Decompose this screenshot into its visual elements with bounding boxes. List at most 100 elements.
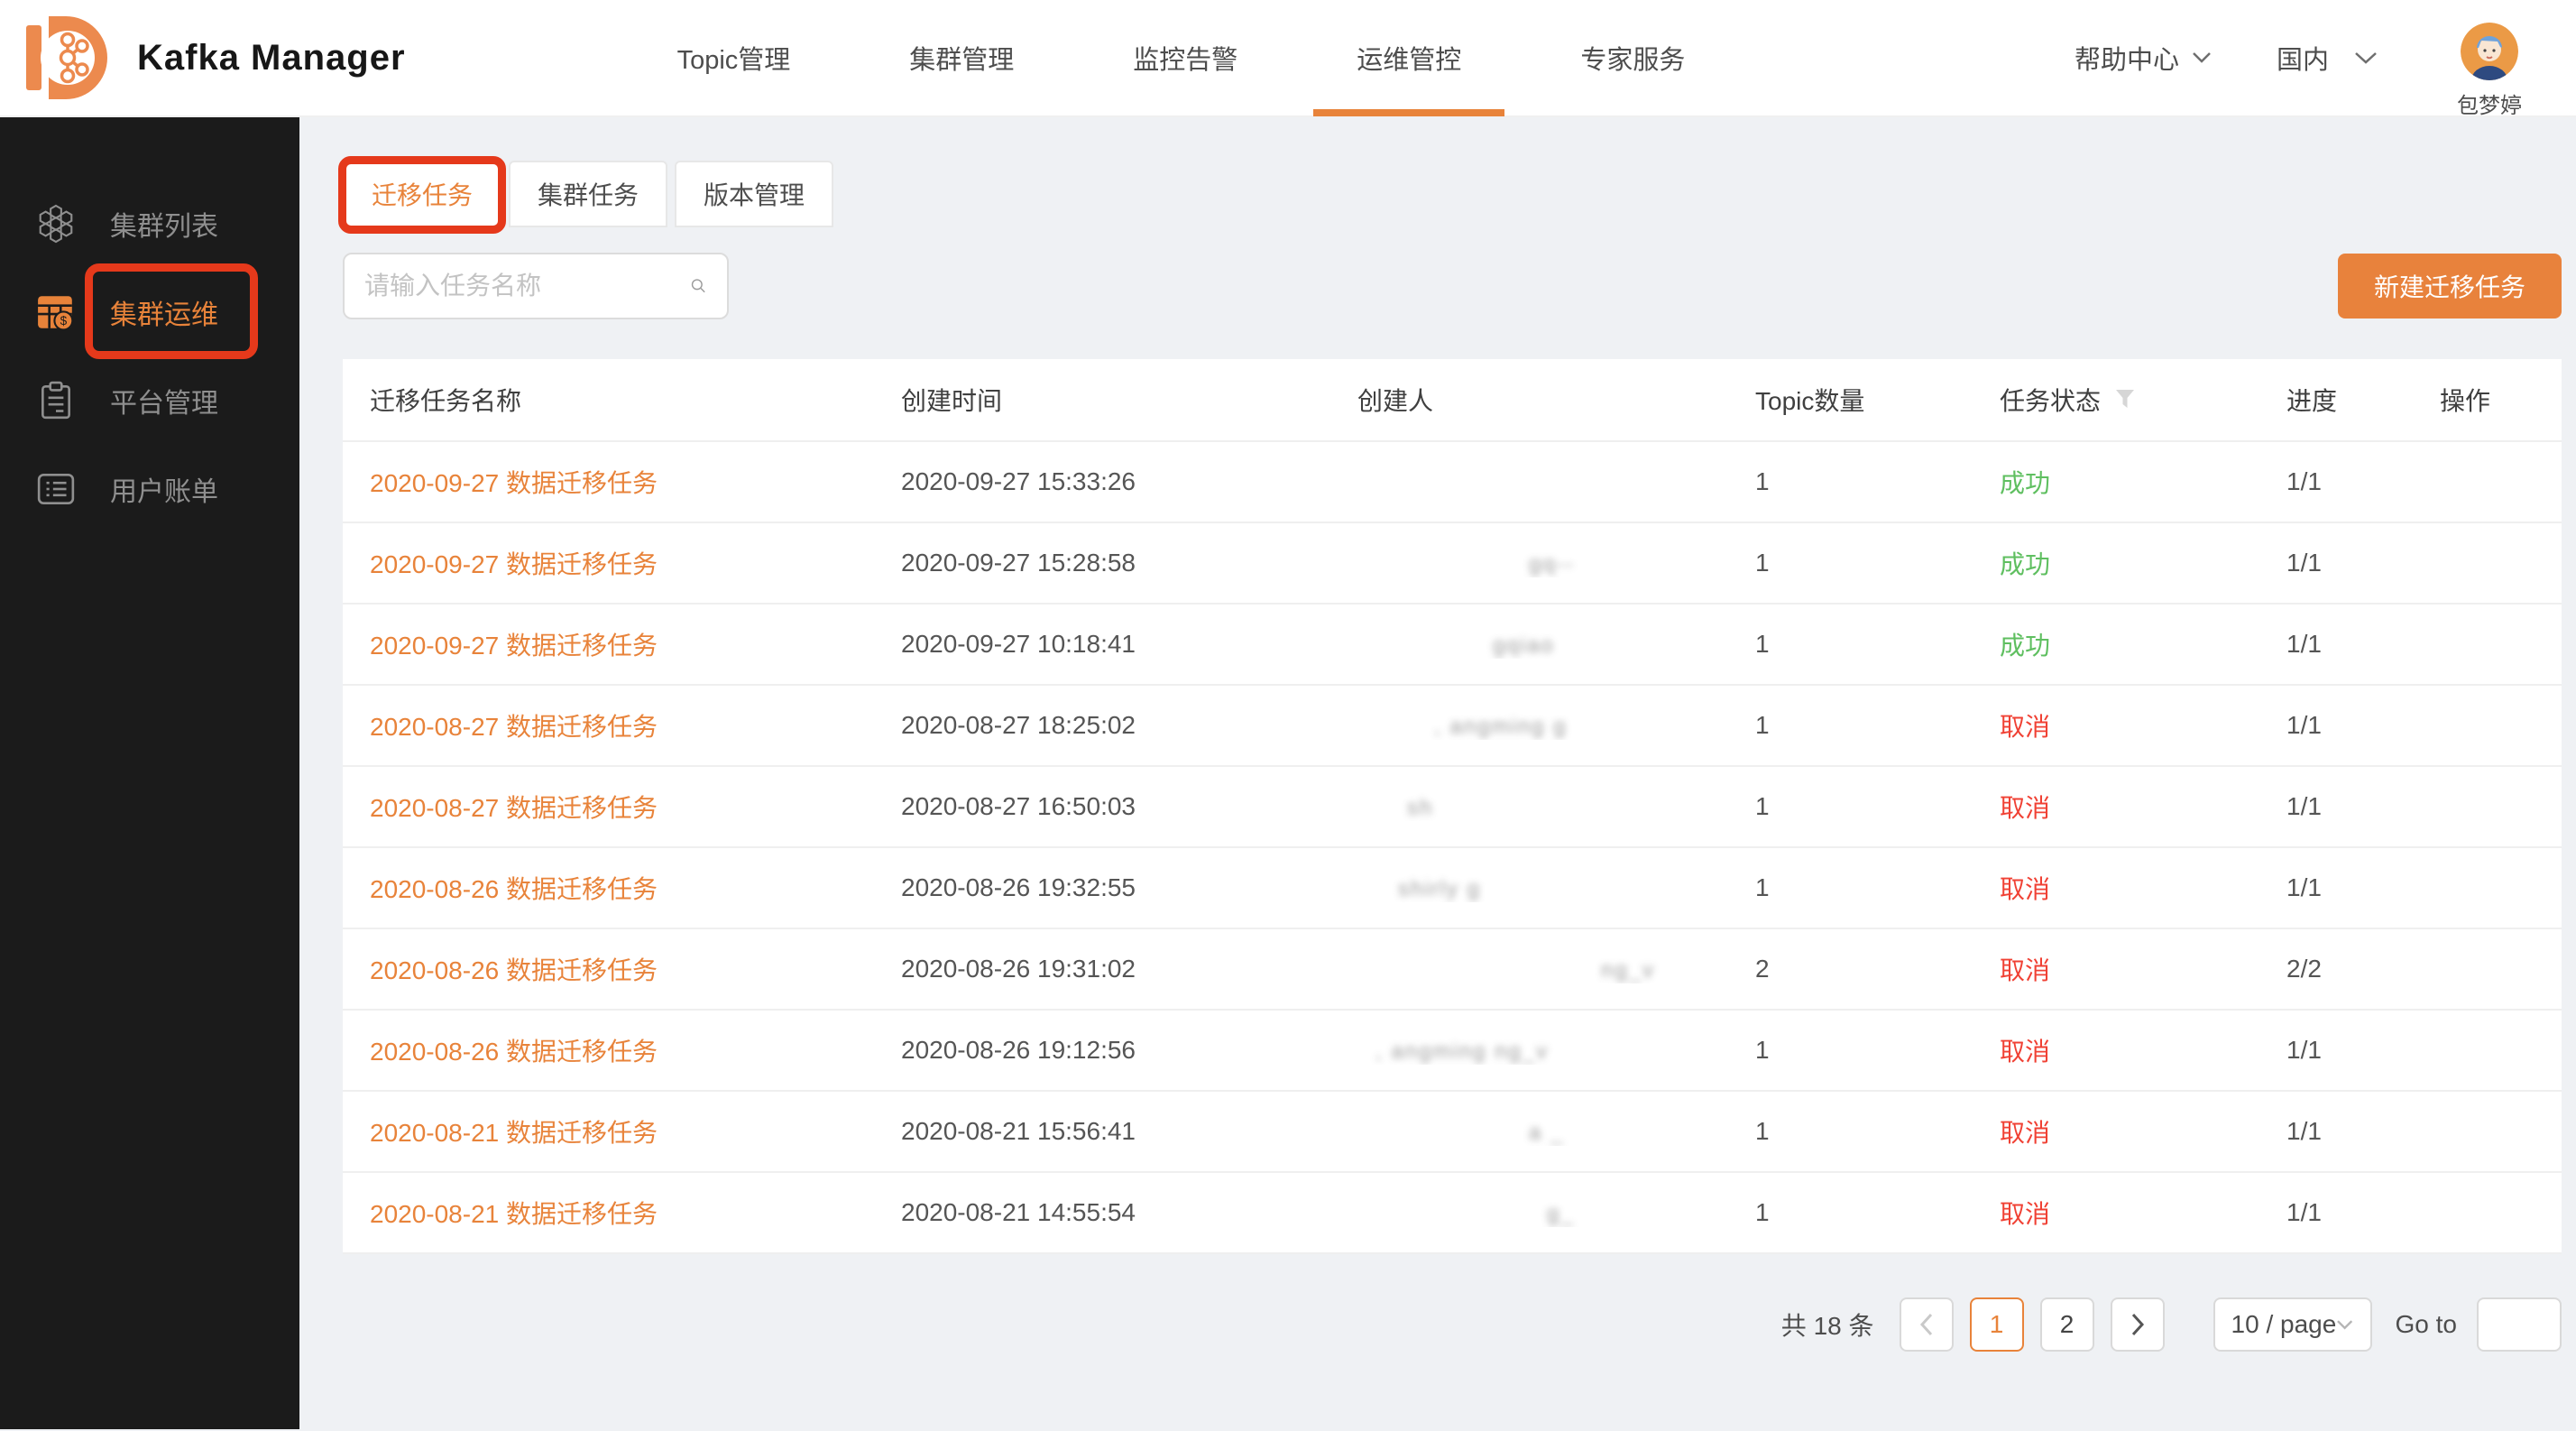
page-button-1[interactable]: 1	[1970, 1297, 2024, 1352]
region-dropdown[interactable]: 国内	[2277, 39, 2378, 77]
topic-count: 1	[1755, 630, 2000, 659]
new-migration-task-button[interactable]: 新建迁移任务	[2338, 254, 2562, 319]
col-header-topic-count: Topic数量	[1755, 382, 2000, 418]
progress-value: 1/1	[2286, 792, 2440, 821]
created-time: 2020-08-26 19:32:55	[901, 873, 1357, 902]
status-badge: 成功	[2000, 550, 2050, 578]
kafka-manager-logo-icon	[23, 12, 110, 104]
tab-cluster-tasks[interactable]: 集群任务	[509, 161, 667, 227]
progress-value: 1/1	[2286, 1036, 2440, 1065]
sidebar-item-cluster-list[interactable]: 集群列表	[0, 182, 299, 265]
status-badge: 取消	[2000, 794, 2050, 822]
chevron-left-icon	[1919, 1313, 1934, 1336]
avatar[interactable]	[2461, 23, 2518, 80]
sidebar-item-label: 集群列表	[110, 204, 218, 244]
chevron-down-icon	[2354, 51, 2378, 65]
table-header-row: 迁移任务名称 创建时间 创建人 Topic数量 任务状态 进度 操作	[343, 359, 2562, 440]
user-name: 包梦婷	[2457, 88, 2522, 119]
filter-icon[interactable]	[2113, 388, 2137, 411]
created-time: 2020-09-27 15:28:58	[901, 549, 1357, 577]
col-header-actions: 操作	[2440, 382, 2562, 418]
top-header: Kafka Manager Topic管理 集群管理 监控告警 运维管控 专家服…	[0, 0, 2576, 117]
tab-version-management[interactable]: 版本管理	[675, 161, 833, 227]
main-content: 迁移任务 集群任务 版本管理 新建迁移任务 迁移任务名称 创建时间 创建人 To…	[299, 117, 2576, 1429]
nav-expert-services[interactable]: 专家服务	[1521, 0, 1744, 116]
topic-count: 1	[1755, 792, 2000, 821]
nav-topic-management[interactable]: Topic管理	[618, 0, 851, 116]
task-name-link[interactable]: 2020-08-21 数据迁移任务	[370, 1119, 658, 1147]
topic-count: 2	[1755, 955, 2000, 983]
task-search-box[interactable]	[343, 253, 729, 319]
billing-table-icon: $	[36, 292, 76, 332]
progress-value: 2/2	[2286, 955, 2440, 983]
table-row: 2020-08-21 数据迁移任务 2020-08-21 14:55:54 g_…	[343, 1171, 2562, 1252]
col-header-task-name: 迁移任务名称	[343, 382, 901, 418]
topic-count: 1	[1755, 467, 2000, 496]
table-row: 2020-08-21 数据迁移任务 2020-08-21 15:56:41 a …	[343, 1090, 2562, 1171]
sidebar-item-user-billing[interactable]: 用户账单	[0, 448, 299, 531]
task-name-link[interactable]: 2020-09-27 数据迁移任务	[370, 632, 658, 660]
progress-value: 1/1	[2286, 549, 2440, 577]
help-center-dropdown[interactable]: 帮助中心	[2075, 39, 2212, 77]
total-count-label: 共 18 条	[1781, 1306, 1874, 1343]
toolbar: 新建迁移任务	[343, 253, 2562, 319]
page-size-value: 10 / page	[2231, 1310, 2337, 1339]
topic-count: 1	[1755, 1117, 2000, 1146]
list-icon	[36, 469, 76, 509]
sidebar-item-platform-management[interactable]: 平台管理	[0, 359, 299, 442]
topic-count: 1	[1755, 711, 2000, 740]
creator-redacted: shirly g	[1398, 877, 1481, 901]
status-badge: 取消	[2000, 956, 2050, 984]
table-row: 2020-09-27 数据迁移任务 2020-09-27 10:18:41 gq…	[343, 603, 2562, 684]
table-row: 2020-08-26 数据迁移任务 2020-08-26 19:31:02 ng…	[343, 928, 2562, 1009]
clipboard-icon	[36, 381, 76, 420]
creator-redacted: sh	[1407, 796, 1433, 820]
main-nav: Topic管理 集群管理 监控告警 运维管控 专家服务	[618, 0, 1745, 116]
task-name-link[interactable]: 2020-08-27 数据迁移任务	[370, 794, 658, 822]
col-header-creator: 创建人	[1357, 382, 1755, 418]
nav-cluster-management[interactable]: 集群管理	[850, 0, 1073, 116]
help-center-label: 帮助中心	[2075, 39, 2179, 77]
task-name-link[interactable]: 2020-09-27 数据迁移任务	[370, 550, 658, 578]
status-badge: 取消	[2000, 1119, 2050, 1147]
progress-value: 1/1	[2286, 711, 2440, 740]
col-header-progress: 进度	[2286, 382, 2440, 418]
chevron-down-icon	[2192, 51, 2212, 64]
topic-count: 1	[1755, 549, 2000, 577]
creator-redacted: , angming ng_v	[1375, 1039, 1549, 1064]
region-label: 国内	[2277, 39, 2329, 77]
tab-migration-tasks[interactable]: 迁移任务	[343, 161, 501, 227]
nav-ops-control[interactable]: 运维管控	[1297, 0, 1521, 116]
table-body: 2020-09-27 数据迁移任务 2020-09-27 15:33:26 1 …	[343, 440, 2562, 1252]
prev-page-button[interactable]	[1900, 1297, 1954, 1352]
next-page-button[interactable]	[2111, 1297, 2165, 1352]
task-name-link[interactable]: 2020-08-26 数据迁移任务	[370, 875, 658, 903]
page-button-2[interactable]: 2	[2040, 1297, 2094, 1352]
creator-redacted: gqiao	[1493, 633, 1555, 658]
migration-task-table: 迁移任务名称 创建时间 创建人 Topic数量 任务状态 进度 操作 2020-…	[343, 359, 2562, 1254]
creator-redacted: ng_v	[1601, 958, 1655, 983]
created-time: 2020-09-27 10:18:41	[901, 630, 1357, 659]
creator-redacted: a _	[1529, 1121, 1564, 1145]
nav-monitoring-alerts[interactable]: 监控告警	[1073, 0, 1297, 116]
task-name-link[interactable]: 2020-09-27 数据迁移任务	[370, 469, 658, 497]
user-block[interactable]: 包梦婷	[2457, 23, 2522, 119]
search-input[interactable]	[364, 272, 690, 300]
status-badge: 取消	[2000, 1038, 2050, 1066]
goto-page-input[interactable]	[2477, 1297, 2562, 1352]
task-name-link[interactable]: 2020-08-26 数据迁移任务	[370, 956, 658, 984]
task-name-link[interactable]: 2020-08-21 数据迁移任务	[370, 1200, 658, 1228]
progress-value: 1/1	[2286, 873, 2440, 902]
status-badge: 取消	[2000, 713, 2050, 741]
col-header-task-status: 任务状态	[2000, 382, 2286, 418]
topic-count: 1	[1755, 873, 2000, 902]
status-badge: 取消	[2000, 875, 2050, 903]
progress-value: 1/1	[2286, 630, 2440, 659]
status-badge: 成功	[2000, 469, 2050, 497]
task-name-link[interactable]: 2020-08-27 数据迁移任务	[370, 713, 658, 741]
task-name-link[interactable]: 2020-08-26 数据迁移任务	[370, 1038, 658, 1066]
page-size-select[interactable]: 10 / page	[2213, 1297, 2372, 1352]
created-time: 2020-08-21 14:55:54	[901, 1198, 1357, 1227]
sidebar-item-cluster-ops[interactable]: $ 集群运维	[0, 271, 299, 354]
chevron-right-icon	[2130, 1313, 2145, 1336]
